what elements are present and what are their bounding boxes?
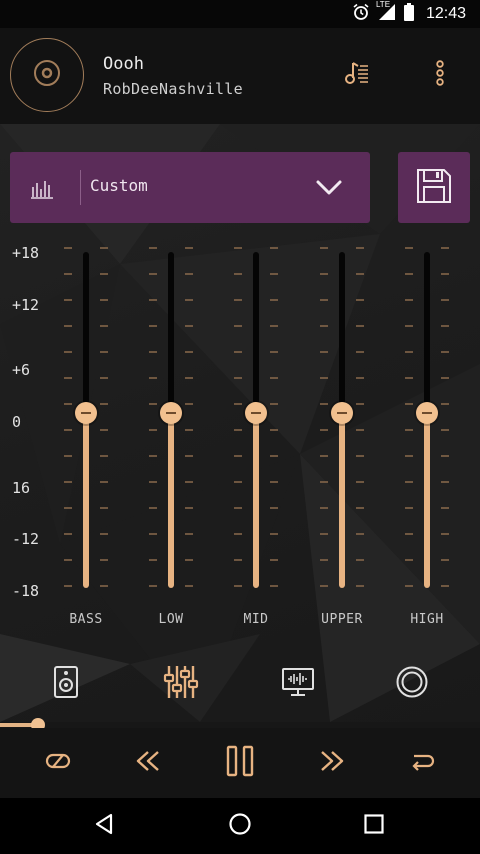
db-scale-label: -12 xyxy=(12,530,40,548)
rewind-button[interactable] xyxy=(124,740,172,786)
back-button[interactable] xyxy=(84,808,124,844)
db-scale-label: +6 xyxy=(12,361,31,379)
signal-icon: LTE xyxy=(375,0,396,25)
band-label: BASS xyxy=(69,612,103,627)
save-icon xyxy=(415,167,453,209)
slider-fill xyxy=(339,413,345,588)
shuffle-button[interactable] xyxy=(34,740,82,786)
shuffle-icon xyxy=(45,751,71,775)
band-slider-upper[interactable] xyxy=(318,244,366,596)
recents-button[interactable] xyxy=(354,808,394,844)
more-vert-icon xyxy=(435,59,445,91)
system-navigation-bar xyxy=(0,798,480,854)
save-preset-button[interactable] xyxy=(398,152,470,223)
speaker-icon xyxy=(53,665,79,703)
pause-icon xyxy=(225,745,255,781)
db-scale-label: +18 xyxy=(12,244,40,262)
disc-icon xyxy=(32,58,62,92)
home-icon xyxy=(228,812,252,840)
fast-forward-icon xyxy=(318,749,346,777)
pause-button[interactable] xyxy=(216,740,264,786)
band-slider-high[interactable] xyxy=(403,244,451,596)
equalizer-bars-icon xyxy=(30,175,54,203)
db-scale-label: 16 xyxy=(12,479,31,497)
clock: 12:43 xyxy=(425,5,466,22)
effect-tabs xyxy=(0,654,480,714)
back-icon xyxy=(93,812,115,840)
tab-surround[interactable] xyxy=(392,664,432,704)
chevron-down-icon xyxy=(315,175,343,203)
slider-fill xyxy=(83,413,89,588)
band-label: UPPER xyxy=(321,612,363,627)
preset-divider xyxy=(80,170,81,205)
home-button[interactable] xyxy=(220,808,260,844)
preset-value: Custom xyxy=(90,176,148,195)
now-playing-header: Oooh RobDeeNashville xyxy=(0,28,480,124)
band-label: LOW xyxy=(158,612,184,627)
preset-dropdown[interactable]: Custom xyxy=(10,152,370,223)
status-bar: LTE 12:43 xyxy=(0,0,480,28)
repeat-icon xyxy=(408,750,436,776)
band-slider-bass[interactable] xyxy=(62,244,110,596)
db-scale-label: +12 xyxy=(12,296,40,314)
repeat-button[interactable] xyxy=(398,740,446,786)
slider-fill xyxy=(424,413,430,588)
rewind-icon xyxy=(134,749,162,777)
more-options-button[interactable] xyxy=(423,58,457,92)
tab-speaker[interactable] xyxy=(46,664,86,704)
band-label: HIGH xyxy=(410,612,444,627)
db-scale-label: -18 xyxy=(12,582,40,600)
playback-controls xyxy=(0,728,480,798)
db-scale-label: 0 xyxy=(12,413,22,431)
slider-fill xyxy=(168,413,174,588)
playlist-icon xyxy=(343,59,371,91)
band-slider-low[interactable] xyxy=(147,244,195,596)
album-art[interactable] xyxy=(10,38,84,112)
band-label: MID xyxy=(243,612,269,627)
fast-forward-button[interactable] xyxy=(308,740,356,786)
playlist-button[interactable] xyxy=(340,58,374,92)
battery-icon xyxy=(403,3,414,25)
recents-icon xyxy=(363,813,385,839)
slider-fill xyxy=(253,413,259,588)
band-slider-mid[interactable] xyxy=(232,244,280,596)
track-title: Oooh xyxy=(103,54,144,74)
equalizer-panel: Custom +18 +12 +6 0 16 -12 -18 BASS LOW MID UPPER… xyxy=(0,124,480,722)
track-artist: RobDeeNashville xyxy=(103,80,243,98)
visualizer-icon xyxy=(281,667,315,701)
network-type: LTE xyxy=(375,0,391,9)
tab-visualizer[interactable] xyxy=(278,664,318,704)
equalizer-icon xyxy=(163,663,201,705)
alarm-icon xyxy=(352,3,370,25)
tab-equalizer[interactable] xyxy=(162,664,202,704)
surround-icon xyxy=(395,665,429,703)
